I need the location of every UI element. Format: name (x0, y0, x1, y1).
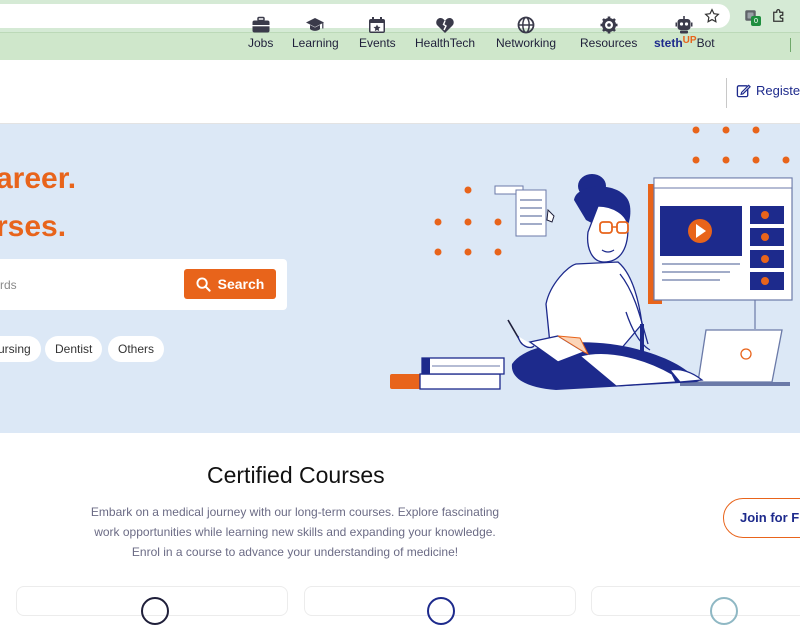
course-avatar (710, 597, 738, 625)
hero-banner: areer. rses. Search ursing Dentist Other… (0, 124, 800, 433)
briefcase-icon (252, 16, 270, 33)
section-title: Certified Courses (207, 462, 385, 488)
broken-heart-icon (436, 18, 454, 33)
hero-headline-line2: rses. (0, 210, 67, 243)
nav-label: Jobs (248, 36, 274, 50)
nav-item-jobs[interactable]: Jobs (248, 16, 273, 50)
bookmarks-divider (790, 38, 791, 52)
nav-item-events[interactable]: Events (359, 16, 396, 50)
course-card[interactable] (304, 586, 576, 625)
search-icon (196, 276, 211, 292)
nav-label-stethupbot: stethUPBot (654, 35, 715, 50)
search-button[interactable]: Search (184, 269, 276, 299)
course-avatar (427, 597, 455, 625)
course-avatar (141, 597, 169, 625)
course-card[interactable] (591, 586, 800, 625)
nav-label: Events (359, 36, 396, 50)
extensions-puzzle-icon[interactable] (770, 7, 788, 25)
graduation-cap-icon (306, 18, 325, 31)
globe-icon (517, 16, 535, 34)
nav-label: Networking (496, 36, 557, 50)
course-card[interactable] (16, 586, 288, 625)
search-input[interactable] (0, 271, 170, 298)
nav-label: HealthTech (415, 36, 476, 50)
search-button-label: Search (217, 276, 265, 292)
edit-icon (736, 84, 751, 98)
register-link[interactable]: Register (736, 83, 800, 98)
bot-label-suffix: Bot (696, 36, 715, 50)
hero-headline-line1: areer. (0, 162, 77, 195)
join-for-free-button[interactable]: Join for Fr (723, 498, 800, 538)
category-chip-dentist[interactable]: Dentist (45, 336, 103, 362)
robot-icon (675, 16, 693, 34)
gear-icon (600, 16, 618, 34)
nav-label: Resources (580, 36, 638, 50)
calendar-icon (369, 17, 386, 33)
nav-item-networking[interactable]: Networking (496, 16, 556, 50)
section-description: Embark on a medical journey with our lon… (90, 505, 500, 559)
bot-label-prefix: steth (654, 36, 683, 50)
category-chip-others[interactable]: Others (108, 336, 165, 362)
student-illustration (390, 126, 793, 390)
nav-item-resources[interactable]: Resources (580, 16, 637, 50)
nav-item-stethupbot[interactable]: stethUPBot (654, 16, 715, 52)
extension-badge: 0 (751, 16, 761, 26)
category-chip-nursing[interactable]: ursing (0, 336, 41, 362)
search-box: Search (0, 259, 287, 310)
bot-label-up: UP (682, 35, 697, 46)
nav-item-learning[interactable]: Learning (292, 16, 339, 50)
nav-label: Learning (292, 36, 339, 50)
site-header (0, 60, 800, 124)
register-label: Register (756, 83, 800, 98)
header-divider (726, 78, 727, 108)
nav-item-healthtech[interactable]: HealthTech (415, 16, 475, 50)
